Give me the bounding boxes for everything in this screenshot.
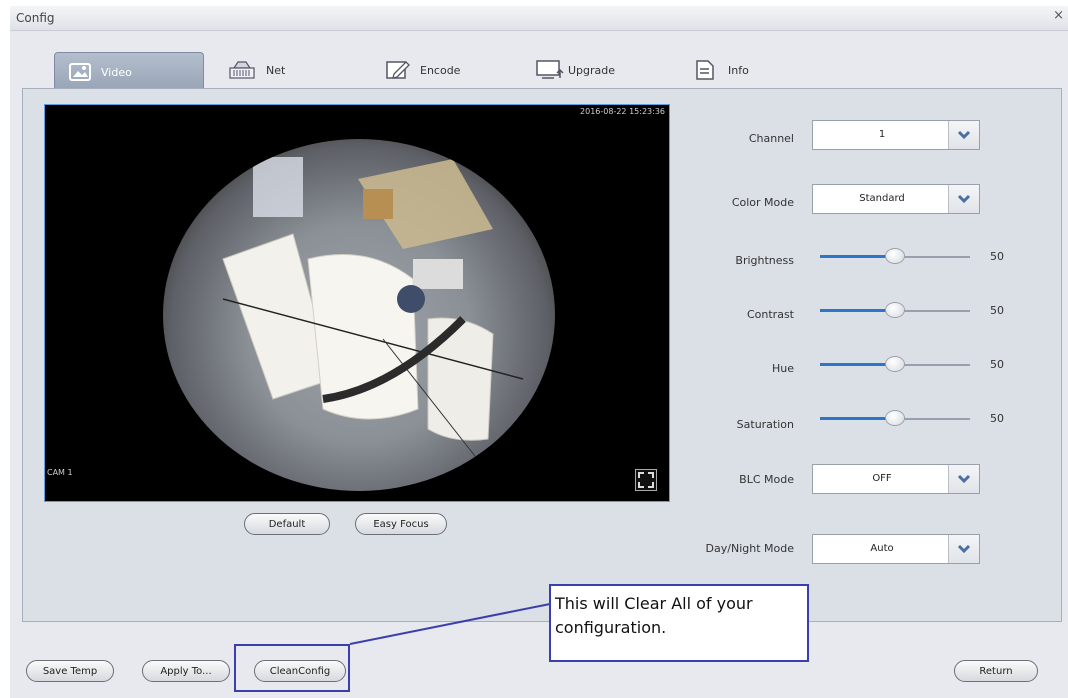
tab-encode[interactable]: Encode	[382, 50, 492, 90]
channel-select[interactable]: 1	[812, 120, 980, 150]
tab-label: Info	[728, 63, 749, 77]
close-icon[interactable]: ×	[1053, 8, 1064, 23]
easy-focus-button[interactable]: Easy Focus	[355, 513, 447, 535]
saturation-slider[interactable]	[820, 410, 970, 427]
channel-value: 1	[878, 129, 886, 140]
return-button[interactable]: Return	[954, 660, 1038, 682]
chevron-down-icon[interactable]	[948, 185, 979, 213]
tab-label: Upgrade	[568, 63, 616, 77]
chevron-down-icon[interactable]	[948, 535, 979, 563]
brightness-slider[interactable]	[820, 248, 970, 265]
blc-mode-label: BLC Mode	[739, 473, 794, 486]
tab-label: Encode	[420, 63, 461, 77]
saturation-label: Saturation	[736, 418, 794, 431]
hue-slider[interactable]	[820, 356, 970, 373]
day-night-mode-value: Auto	[870, 543, 894, 554]
tab-net[interactable]: Net	[222, 50, 332, 90]
chevron-down-icon[interactable]	[948, 465, 979, 493]
contrast-value: 50	[990, 304, 1004, 317]
color-mode-select[interactable]: Standard	[812, 184, 980, 214]
apply-to-button[interactable]: Apply To...	[142, 660, 230, 682]
brightness-value: 50	[990, 250, 1004, 263]
chevron-down-icon[interactable]	[948, 121, 979, 149]
title-bar: Config ×	[10, 6, 1068, 31]
day-night-mode-select[interactable]: Auto	[812, 534, 980, 564]
video-preview: 2016-08-22 15:23:36 CAM 1	[44, 104, 670, 502]
callout-box: This will Clear All of your configuratio…	[549, 584, 809, 662]
upgrade-icon	[536, 60, 566, 80]
brightness-label: Brightness	[735, 254, 794, 267]
contrast-slider[interactable]	[820, 302, 970, 319]
camera-label: CAM 1	[47, 468, 73, 477]
video-timestamp: 2016-08-22 15:23:36	[580, 107, 665, 116]
color-mode-value: Standard	[859, 193, 905, 204]
tab-label: Net	[266, 63, 286, 77]
day-night-mode-label: Day/Night Mode	[705, 542, 794, 555]
blc-mode-value: OFF	[872, 473, 892, 484]
color-mode-label: Color Mode	[731, 196, 794, 209]
hue-value: 50	[990, 358, 1004, 371]
tab-bar: Video Net Encode Upgrade Info	[10, 30, 1068, 91]
info-icon	[696, 60, 714, 80]
tab-upgrade[interactable]: Upgrade	[534, 50, 644, 90]
blc-mode-select[interactable]: OFF	[812, 464, 980, 494]
callout-text: This will Clear All of your configuratio…	[555, 594, 753, 637]
default-button[interactable]: Default	[244, 513, 330, 535]
contrast-label: Contrast	[746, 308, 794, 321]
window-title: Config	[16, 11, 55, 25]
callout-pointer	[349, 603, 551, 645]
tab-label: Video	[101, 65, 132, 79]
hue-label: Hue	[771, 362, 794, 375]
video-icon	[69, 63, 91, 81]
channel-label: Channel	[748, 132, 794, 145]
encode-icon	[386, 60, 410, 80]
tab-video[interactable]: Video	[54, 52, 204, 91]
saturation-value: 50	[990, 412, 1004, 425]
fisheye-image	[163, 139, 555, 491]
save-temp-button[interactable]: Save Temp	[26, 660, 114, 682]
clean-config-highlight	[234, 644, 350, 692]
network-icon	[228, 60, 256, 80]
tab-info[interactable]: Info	[694, 50, 794, 90]
